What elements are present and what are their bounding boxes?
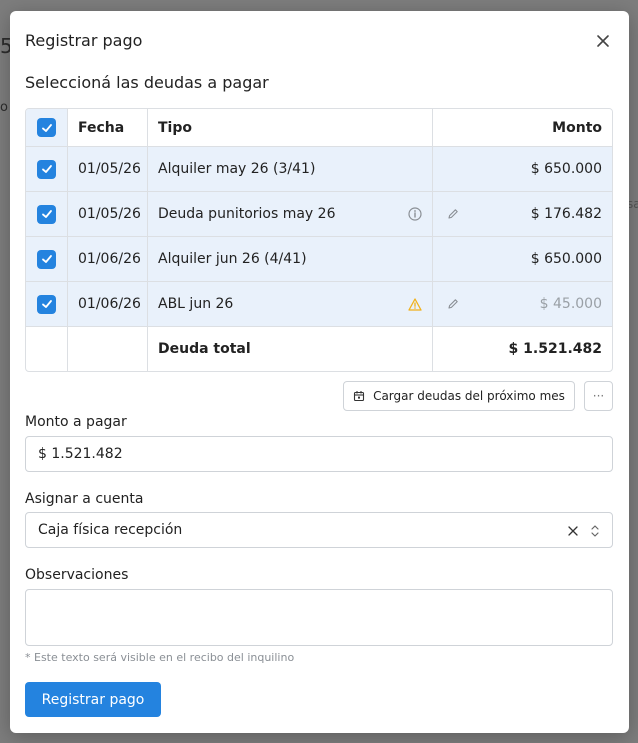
row-monto: $ 176.482 — [530, 206, 602, 222]
row-checkbox[interactable] — [37, 249, 56, 269]
table-row[interactable]: 01/06/26 Alquiler jun 26 (4/41) $ 650.00… — [26, 236, 612, 281]
row-tipo: ABL jun 26 — [158, 296, 234, 312]
chevron-updown-icon[interactable] — [590, 523, 600, 539]
info-circle-icon[interactable] — [408, 207, 422, 221]
check-icon — [41, 123, 52, 132]
row-tipo: Alquiler jun 26 (4/41) — [158, 251, 307, 267]
cuenta-select[interactable]: Caja física recepción — [25, 512, 613, 548]
more-dots-icon: ··· — [592, 389, 605, 403]
table-row[interactable]: 01/05/26 Alquiler may 26 (3/41) $ 650.00… — [26, 146, 612, 191]
close-icon — [597, 35, 609, 47]
payment-dialog: Registrar pago Seleccioná las deudas a p… — [10, 11, 629, 733]
check-icon — [41, 255, 52, 263]
total-label: Deuda total — [158, 341, 251, 357]
total-value: $ 1.521.482 — [508, 341, 602, 357]
row-checkbox[interactable] — [37, 294, 56, 314]
monto-label: Monto a pagar — [25, 414, 127, 430]
edit-pencil-icon[interactable] — [447, 298, 459, 310]
header-fecha: Fecha — [78, 119, 125, 136]
observaciones-hint: * Este texto será visible en el recibo d… — [25, 651, 295, 664]
observaciones-label: Observaciones — [25, 567, 129, 583]
table-header-row: Fecha Tipo Monto — [26, 109, 612, 146]
check-icon — [41, 300, 52, 308]
load-next-month-button[interactable]: Cargar deudas del próximo mes — [343, 381, 575, 411]
check-icon — [41, 165, 52, 173]
header-tipo: Tipo — [158, 119, 192, 136]
table-row[interactable]: 01/05/26 Deuda punitorios may 26 $ 176.4… — [26, 191, 612, 236]
row-fecha: 01/05/26 — [78, 206, 141, 222]
close-button[interactable] — [593, 31, 613, 51]
select-all-checkbox[interactable] — [37, 118, 56, 137]
debts-table: Fecha Tipo Monto 01/05/26 Alquiler may 2… — [25, 108, 613, 372]
table-total-row: Deuda total $ 1.521.482 — [26, 326, 612, 371]
check-icon — [41, 210, 52, 218]
row-checkbox[interactable] — [37, 204, 56, 224]
load-next-month-label: Cargar deudas del próximo mes — [373, 389, 565, 403]
dialog-title: Registrar pago — [25, 31, 143, 50]
section-title: Seleccioná las deudas a pagar — [25, 73, 269, 92]
edit-pencil-icon[interactable] — [447, 208, 459, 220]
row-monto: $ 45.000 — [539, 296, 602, 312]
cuenta-value: Caja física recepción — [38, 522, 183, 538]
row-monto: $ 650.000 — [530, 251, 602, 267]
header-monto: Monto — [552, 119, 602, 136]
background-fragment: o — [0, 100, 8, 115]
more-options-button[interactable]: ··· — [584, 381, 613, 411]
row-fecha: 01/06/26 — [78, 251, 141, 267]
clear-icon[interactable] — [567, 525, 579, 537]
monto-value: $ 1.521.482 — [38, 446, 123, 462]
table-row[interactable]: 01/06/26 ABL jun 26 $ 45.000 — [26, 281, 612, 326]
submit-payment-button[interactable]: Registrar pago — [25, 682, 161, 717]
observaciones-textarea[interactable] — [25, 589, 613, 646]
row-fecha: 01/06/26 — [78, 296, 141, 312]
cuenta-label: Asignar a cuenta — [25, 491, 144, 507]
row-fecha: 01/05/26 — [78, 161, 141, 177]
table-actions: Cargar deudas del próximo mes ··· — [25, 381, 613, 411]
monto-input[interactable]: $ 1.521.482 — [25, 436, 613, 472]
row-monto: $ 650.000 — [530, 161, 602, 177]
calendar-icon — [354, 391, 365, 402]
row-checkbox[interactable] — [37, 159, 56, 179]
row-tipo: Alquiler may 26 (3/41) — [158, 161, 316, 177]
warning-icon[interactable] — [408, 297, 422, 311]
row-tipo: Deuda punitorios may 26 — [158, 206, 336, 222]
